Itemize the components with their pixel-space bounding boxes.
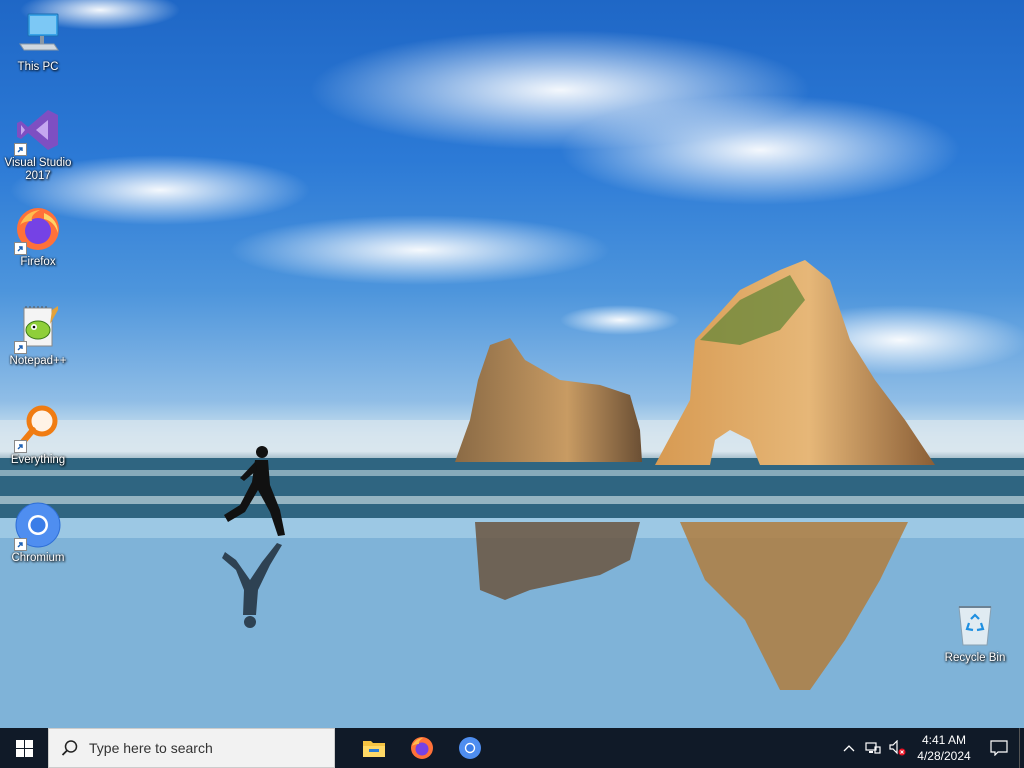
notification-icon [990, 740, 1008, 756]
show-hidden-icons-button[interactable] [837, 728, 861, 768]
firefox-icon [14, 205, 62, 255]
firefox-icon-tile[interactable]: Firefox [0, 205, 76, 269]
clock-date: 4/28/2024 [917, 749, 971, 763]
action-center-button[interactable] [979, 728, 1019, 768]
file-explorer-icon [363, 741, 385, 757]
chromium-label: Chromium [11, 552, 65, 564]
chevron-up-icon [843, 745, 855, 752]
visual-studio-icon-tile[interactable]: Visual Studio 2017 [0, 106, 76, 183]
search-icon [61, 740, 78, 756]
wallpaper [0, 0, 1024, 728]
taskbar-firefox[interactable] [398, 728, 446, 768]
search-placeholder: Type here to search [89, 740, 213, 756]
computer-icon [14, 10, 62, 58]
volume-tray-button[interactable] [885, 728, 909, 768]
taskbar-chromium[interactable] [446, 728, 494, 768]
shortcut-arrow-icon [14, 440, 27, 453]
show-desktop-button[interactable] [1019, 728, 1024, 768]
shortcut-arrow-icon [14, 538, 27, 551]
this-pc-label: This PC [17, 61, 59, 73]
notepad-plus-plus-label: Notepad++ [9, 355, 67, 367]
shortcut-arrow-icon [14, 242, 27, 255]
shortcut-arrow-icon [14, 143, 27, 156]
recycle-bin-icon-tile[interactable]: Recycle Bin [937, 601, 1013, 665]
chromium-icon [14, 501, 62, 551]
everything-icon-tile[interactable]: Everything [0, 403, 76, 467]
visual-studio-label: Visual Studio 2017 [4, 157, 72, 182]
firefox-label: Firefox [20, 256, 56, 268]
system-tray: 4:41 AM 4/28/2024 [837, 728, 1024, 768]
firefox-icon [411, 737, 433, 759]
start-button[interactable] [0, 728, 48, 768]
chromium-icon-tile[interactable]: Chromium [0, 501, 76, 565]
network-icon [865, 742, 881, 754]
clock-time: 4:41 AM [921, 733, 967, 747]
everything-label: Everything [10, 454, 66, 466]
visual-studio-icon [14, 106, 62, 156]
desktop[interactable]: This PC Visual Studio 2017 Firefox Notep… [0, 0, 1024, 728]
taskbar: Type here to search 4:41 AM 4/28/2024 [0, 728, 1024, 768]
network-tray-button[interactable] [861, 728, 885, 768]
this-pc-icon-tile[interactable]: This PC [0, 10, 76, 74]
notepad-plus-plus-icon-tile[interactable]: Notepad++ [0, 304, 76, 368]
windows-logo-icon [15, 739, 33, 757]
taskbar-clock[interactable]: 4:41 AM 4/28/2024 [909, 732, 979, 764]
shortcut-arrow-icon [14, 341, 27, 354]
recycle-bin-label: Recycle Bin [944, 652, 1006, 664]
everything-search-icon [14, 403, 62, 453]
recycle-bin-icon [951, 601, 999, 649]
taskbar-file-explorer[interactable] [350, 728, 398, 768]
chromium-icon [459, 737, 481, 759]
volume-muted-icon [889, 740, 906, 756]
taskbar-search-box[interactable]: Type here to search [48, 728, 335, 768]
notepad-plus-plus-icon [14, 304, 62, 354]
